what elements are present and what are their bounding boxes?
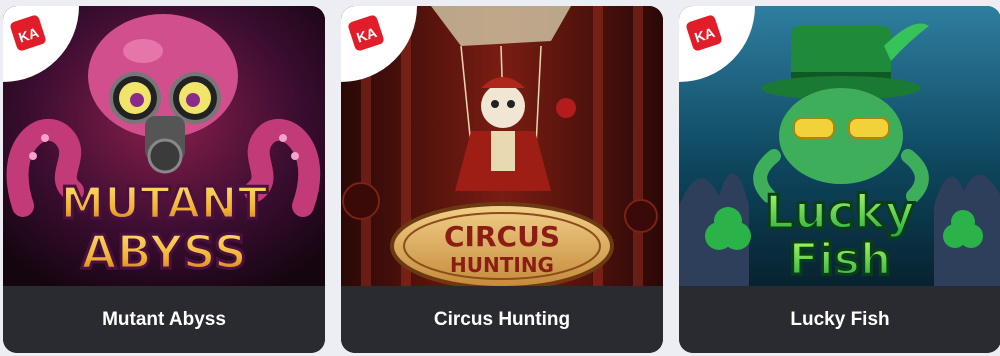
provider-badge: KA	[341, 6, 417, 82]
game-card-circus-hunting[interactable]: CIRCUS HUNTING KA Circus Hunting	[341, 6, 663, 353]
game-logo-line2: ABYSS	[81, 225, 247, 279]
game-caption[interactable]: Lucky Fish	[679, 286, 1000, 353]
game-caption[interactable]: Circus Hunting	[341, 286, 663, 353]
provider-badge: KA	[679, 6, 755, 82]
game-logo-line1: MUTANT	[60, 178, 267, 229]
game-caption[interactable]: Mutant Abyss	[3, 286, 325, 353]
game-card-lucky-fish[interactable]: Lucky Fish KA Lucky Fish	[679, 6, 1000, 353]
game-logo-line1: Lucky	[765, 185, 915, 239]
game-logo-line2: Fish	[789, 234, 892, 285]
game-grid: MUTANT ABYSS KA Mutant Abyss CIRCUS HUNT…	[0, 0, 1000, 356]
game-title: Circus Hunting	[433, 308, 571, 330]
game-title: Mutant Abyss	[102, 308, 226, 330]
game-logo-line2: HUNTING	[450, 253, 554, 277]
game-logo-line1: CIRCUS	[444, 220, 560, 253]
game-title: Lucky Fish	[790, 308, 890, 330]
provider-badge: KA	[3, 6, 79, 82]
game-card-mutant-abyss[interactable]: MUTANT ABYSS KA Mutant Abyss	[3, 6, 325, 353]
